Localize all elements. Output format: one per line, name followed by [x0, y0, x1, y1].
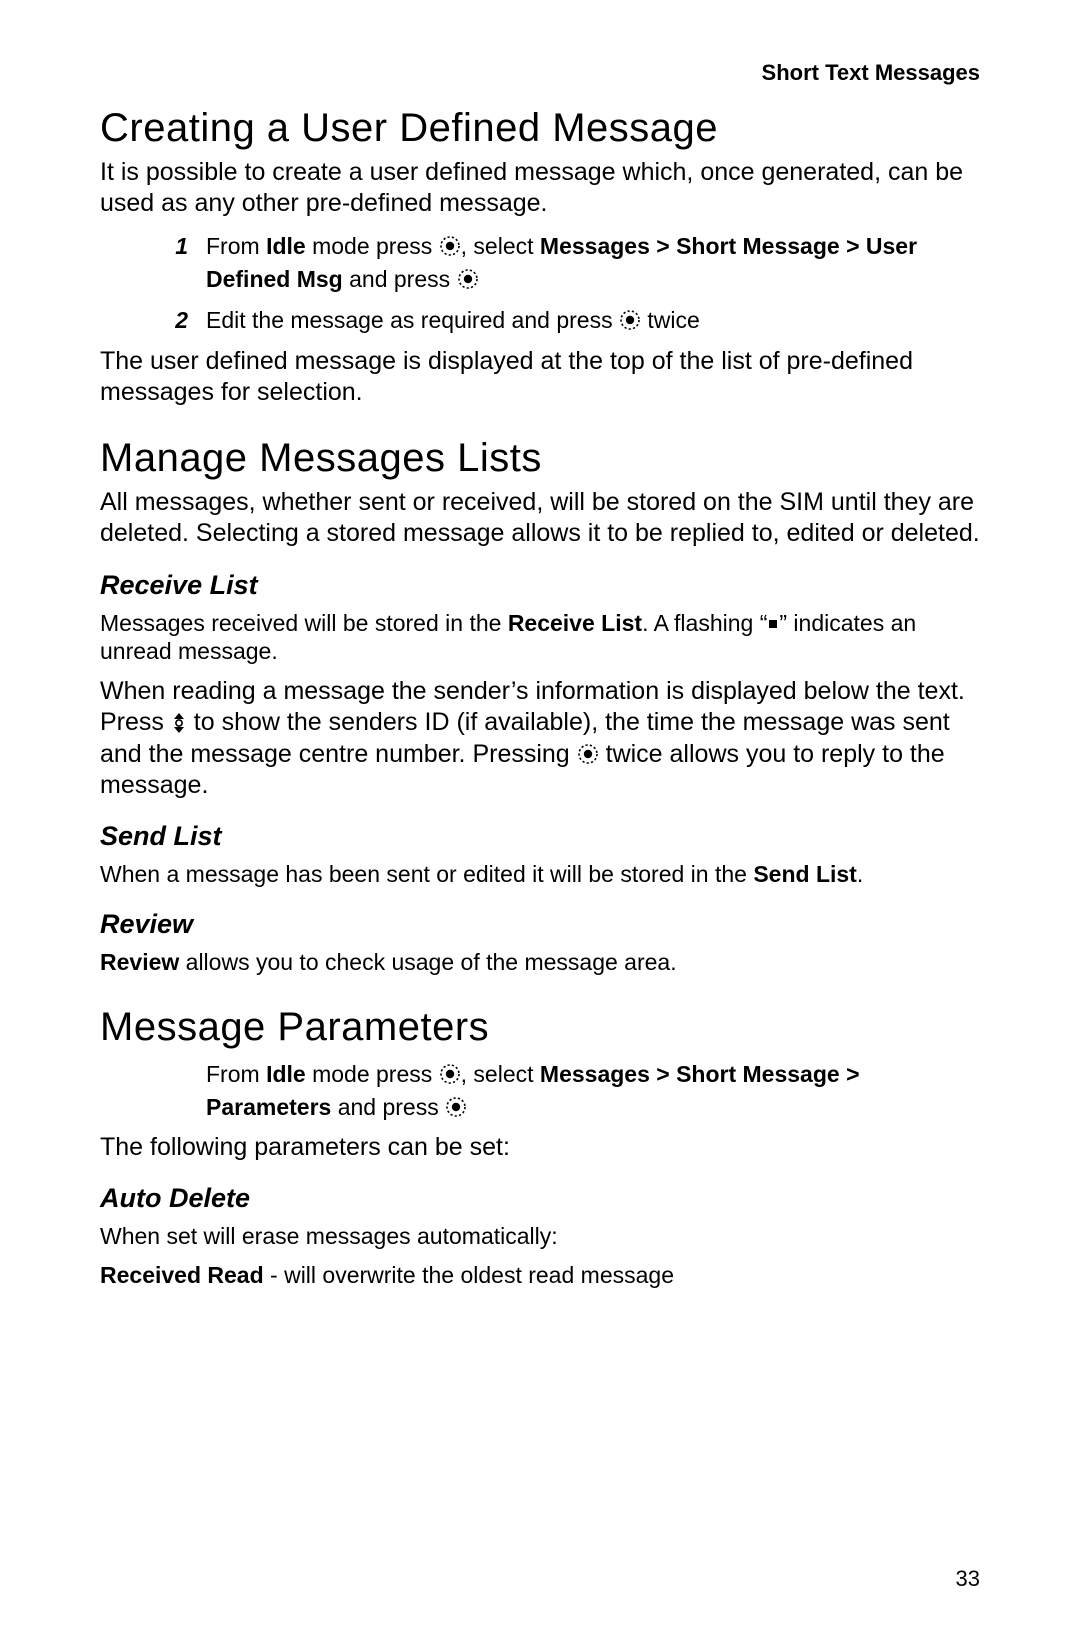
step-1: 1 From Idle mode press , select Messages…	[158, 230, 980, 297]
paragraph: Messages received will be stored in the …	[100, 609, 980, 667]
text: From	[206, 233, 266, 259]
select-button-icon	[439, 1063, 461, 1085]
manual-page: Short Text Messages Creating a User Defi…	[0, 0, 1080, 1632]
heading-message-parameters: Message Parameters	[100, 1005, 980, 1050]
text: - will overwrite the oldest read message	[264, 1262, 674, 1288]
subheading-auto-delete: Auto Delete	[100, 1183, 980, 1214]
heading-creating-user-defined-message: Creating a User Defined Message	[100, 106, 980, 151]
text-bold: Review	[100, 949, 179, 975]
select-button-icon	[445, 1096, 467, 1118]
subheading-receive-list: Receive List	[100, 570, 980, 601]
text: mode press	[306, 233, 439, 259]
paragraph: Received Read - will overwrite the oldes…	[100, 1261, 980, 1290]
unread-indicator-icon	[767, 618, 779, 630]
text: When a message has been sent or edited i…	[100, 861, 753, 887]
select-button-icon	[457, 268, 479, 290]
step-number: 2	[158, 304, 188, 337]
intro-text: All messages, whether sent or received, …	[100, 487, 980, 550]
text-bold: Idle	[266, 1061, 306, 1087]
text-bold: Send List	[753, 861, 857, 887]
text-bold: Idle	[266, 233, 306, 259]
intro-text: It is possible to create a user defined …	[100, 157, 980, 220]
step-list: From Idle mode press , select Messages >…	[158, 1058, 980, 1125]
paragraph: Review allows you to check usage of the …	[100, 948, 980, 977]
text: mode press	[306, 1061, 439, 1087]
text-bold: Receive List	[508, 610, 642, 636]
step-number: 1	[158, 230, 188, 263]
select-button-icon	[619, 309, 641, 331]
text: Edit the message as required and press	[206, 307, 619, 333]
text: and press	[343, 266, 457, 292]
paragraph: When a message has been sent or edited i…	[100, 860, 980, 889]
select-button-icon	[439, 235, 461, 257]
step-2: 2 Edit the message as required and press…	[158, 304, 980, 337]
subheading-review: Review	[100, 909, 980, 940]
select-button-icon	[577, 743, 599, 765]
paragraph: When set will erase messages automatical…	[100, 1222, 980, 1251]
text: , select	[461, 1061, 540, 1087]
outro-text: The user defined message is displayed at…	[100, 346, 980, 409]
subheading-send-list: Send List	[100, 821, 980, 852]
text: , select	[461, 233, 540, 259]
step-list: 1 From Idle mode press , select Messages…	[158, 230, 980, 338]
paragraph: When reading a message the sender’s info…	[100, 676, 980, 801]
page-number: 33	[956, 1566, 980, 1592]
up-down-arrow-icon	[171, 711, 187, 735]
text: .	[857, 861, 863, 887]
heading-manage-messages-lists: Manage Messages Lists	[100, 436, 980, 481]
text: allows you to check usage of the message…	[179, 949, 676, 975]
step: From Idle mode press , select Messages >…	[158, 1058, 980, 1125]
step-text: From Idle mode press , select Messages >…	[206, 1058, 980, 1125]
step-text: Edit the message as required and press t…	[206, 304, 980, 337]
outro-text: The following parameters can be set:	[100, 1132, 980, 1163]
text: From	[206, 1061, 266, 1087]
text: Messages received will be stored in the	[100, 610, 508, 636]
text: and press	[331, 1094, 445, 1120]
text: . A flashing “	[642, 610, 767, 636]
step-text: From Idle mode press , select Messages >…	[206, 230, 980, 297]
text: twice	[641, 307, 700, 333]
running-header: Short Text Messages	[100, 60, 980, 86]
text-bold: Received Read	[100, 1262, 264, 1288]
